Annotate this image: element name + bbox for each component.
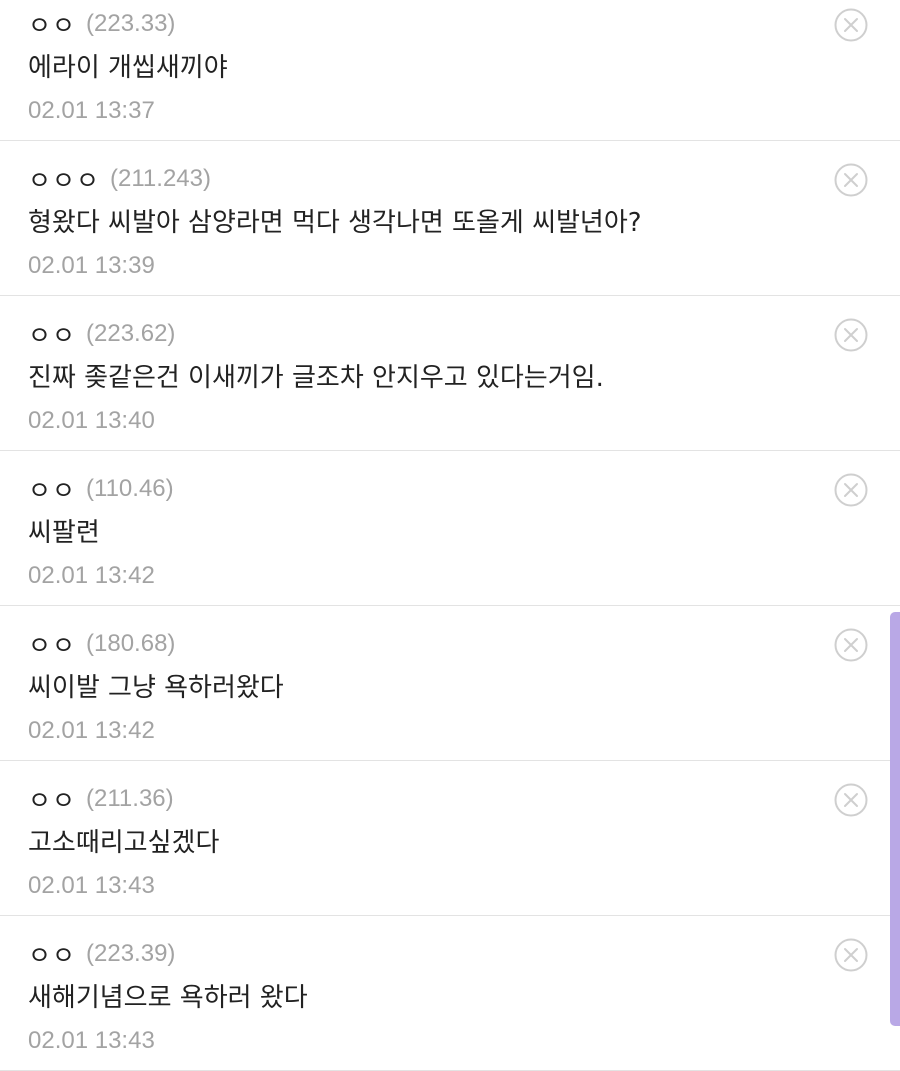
close-circle-icon [834,163,868,197]
delete-comment-button[interactable] [834,628,868,662]
delete-comment-button[interactable] [834,163,868,197]
comment-text: 고소때리고싶겠다 [28,828,220,858]
close-circle-icon [834,783,868,817]
close-circle-icon [834,318,868,352]
comment-text: 에라이 개씹새끼야 [28,53,228,83]
comment-author: ㅇㅇ (180.68) [28,626,175,662]
delete-comment-button[interactable] [834,473,868,507]
comment-author: ㅇㅇ (223.39) [28,936,175,972]
comment-nickname: ㅇㅇ [28,321,77,350]
close-circle-icon [834,8,868,42]
comment-item: ㅇㅇ (223.33) 에라이 개씹새끼야 02.01 13:37 [0,0,900,141]
comment-time: 02.01 13:43 [28,872,155,899]
comment-author: ㅇㅇ (223.62) [28,316,175,352]
comment-ip: (211.36) [86,785,174,812]
comment-nickname: ㅇㅇ [28,786,77,815]
comment-time: 02.01 13:42 [28,562,155,589]
comment-ip: (223.39) [86,940,176,967]
comment-nickname: ㅇㅇ [28,11,77,40]
comment-ip: (223.62) [86,320,176,347]
comment-time: 02.01 13:43 [28,1027,155,1054]
comment-text: 형왔다 씨발아 삼양라면 먹다 생각나면 또올게 씨발년아? [28,208,642,238]
comment-item: ㅇㅇ (223.39) 새해기념으로 욕하러 왔다 02.01 13:43 [0,916,900,1071]
comment-item: ㅇㅇ (180.68) 씨이발 그냥 욕하러왔다 02.01 13:42 [0,606,900,761]
comment-nickname: ㅇㅇ [28,631,77,660]
comment-time: 02.01 13:39 [28,252,155,279]
delete-comment-button[interactable] [834,8,868,42]
comment-text: 새해기념으로 욕하러 왔다 [28,983,308,1013]
comment-item: ㅇㅇ (211.36) 고소때리고싶겠다 02.01 13:43 [0,761,900,916]
comment-author: ㅇㅇ (211.36) [28,781,174,817]
scrollbar-thumb[interactable] [890,612,900,1026]
delete-comment-button[interactable] [834,783,868,817]
delete-comment-button[interactable] [834,318,868,352]
close-circle-icon [834,938,868,972]
comment-time: 02.01 13:40 [28,407,155,434]
comment-time: 02.01 13:42 [28,717,155,744]
comment-nickname: ㅇㅇ [28,941,77,970]
comment-text: 씨팔련 [28,518,100,548]
comment-author: ㅇㅇ (110.46) [28,471,174,507]
close-circle-icon [834,628,868,662]
comment-nickname: ㅇㅇ [28,476,77,505]
comment-author: ㅇㅇㅇ (211.243) [28,161,211,197]
close-circle-icon [834,473,868,507]
comment-text: 씨이발 그냥 욕하러왔다 [28,673,284,703]
delete-comment-button[interactable] [834,938,868,972]
comment-author: ㅇㅇ (223.33) [28,6,175,42]
comment-item: ㅇㅇ (223.62) 진짜 좆같은건 이새끼가 글조차 안지우고 있다는거임.… [0,296,900,451]
comment-item: ㅇㅇㅇ (211.243) 형왔다 씨발아 삼양라면 먹다 생각나면 또올게 씨… [0,141,900,296]
comment-list: ㅇㅇ (223.33) 에라이 개씹새끼야 02.01 13:37 ㅇㅇㅇ (2… [0,0,900,1071]
comment-ip: (180.68) [86,630,176,657]
comment-text: 진짜 좆같은건 이새끼가 글조차 안지우고 있다는거임. [28,363,604,393]
comment-nickname: ㅇㅇㅇ [28,166,101,195]
comment-ip: (110.46) [86,475,174,502]
comment-ip: (223.33) [86,10,176,37]
comment-ip: (211.243) [110,165,211,192]
comment-item: ㅇㅇ (110.46) 씨팔련 02.01 13:42 [0,451,900,606]
comment-time: 02.01 13:37 [28,97,155,124]
